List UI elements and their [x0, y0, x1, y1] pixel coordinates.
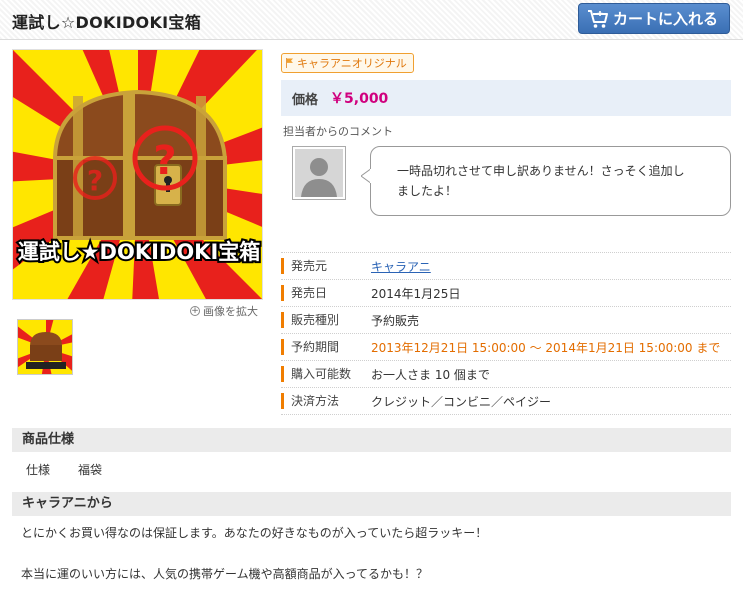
description-line-2: 本当に運のいい方には、人気の携帯ゲーム機や高額商品が入ってるかも！？	[21, 567, 429, 581]
thumbnail-image	[18, 320, 72, 374]
spec-row-limit: 購入可能数 お一人さま 10 個まで	[281, 361, 731, 388]
badge-label: キャラアニオリジナル	[297, 57, 407, 70]
spec-row-sale-type: 販売種別 予約販売	[281, 307, 731, 334]
price-value: ￥5,000	[330, 91, 389, 107]
comment-text-line2: ましたよ！	[397, 184, 458, 198]
svg-text:?: ?	[87, 164, 103, 197]
person-icon	[295, 149, 343, 197]
zoom-plus-icon: +	[190, 306, 200, 316]
spec-value: 予約販売	[371, 313, 420, 328]
spec-key: 購入可能数	[281, 366, 371, 382]
comment-label: 担当者からのコメント	[283, 125, 393, 138]
add-to-cart-button[interactable]: カートに入れる	[578, 3, 730, 34]
spec-value: お一人さま 10 個まで	[371, 367, 490, 382]
product-spec-line: 仕様 福袋	[26, 461, 102, 478]
spec-table: 発売元 キャラアニ 発売日 2014年1月25日 販売種別 予約販売 予約期間 …	[281, 252, 731, 415]
maker-link[interactable]: キャラアニ	[371, 258, 431, 275]
comment-text-line1: 一時品切れさせて申し訳ありません！さっそく追加し	[397, 164, 685, 178]
product-main-image[interactable]: ? ? 運試し★DOKIDOKI宝箱	[12, 49, 263, 300]
banner-text: 運試し★DOKIDOKI宝箱	[18, 240, 261, 264]
bubble-mask	[370, 169, 373, 183]
svg-text:?: ?	[153, 138, 176, 184]
spec-row-maker: 発売元 キャラアニ	[281, 253, 731, 280]
spec-key: 発売日	[281, 285, 371, 301]
spec-value: クレジット／コンビニ／ペイジー	[371, 394, 552, 409]
spec-row-reservation: 予約期間 2013年12月21日 15:00:00 〜 2014年1月21日 1…	[281, 334, 731, 361]
spec-key: 決済方法	[281, 393, 371, 409]
spec-row-payment: 決済方法 クレジット／コンビニ／ペイジー	[281, 388, 731, 415]
cart-icon	[588, 9, 608, 28]
spec-value: 2014年1月25日	[371, 286, 461, 301]
product-spec-value: 福袋	[78, 463, 103, 477]
description-line-1: とにかくお買い得なのは保証します。あなたの好きなものが入っていたら超ラッキー！	[21, 526, 488, 540]
spec-key: 発売元	[281, 258, 371, 274]
page-header: 運試し☆DOKIDOKI宝箱 カートに入れる	[0, 0, 743, 40]
price-box: 価格 ￥5,000	[281, 80, 731, 116]
treasure-chest-image: ? ? 運試し★DOKIDOKI宝箱	[13, 50, 262, 299]
cart-button-label: カートに入れる	[613, 10, 719, 28]
product-spec-heading: 商品仕様	[12, 428, 731, 452]
page-title: 運試し☆DOKIDOKI宝箱	[12, 13, 202, 32]
spec-row-release: 発売日 2014年1月25日	[281, 280, 731, 307]
price-label: 価格	[292, 92, 319, 108]
from-shop-heading: キャラアニから	[12, 492, 731, 516]
zoom-label: 画像を拡大	[203, 305, 258, 318]
product-spec-key: 仕様	[26, 463, 51, 477]
flag-icon	[286, 58, 293, 68]
spec-key: 予約期間	[281, 339, 371, 355]
comment-bubble: 一時品切れさせて申し訳ありません！さっそく追加し ましたよ！	[370, 146, 731, 216]
zoom-image-link[interactable]: + 画像を拡大	[190, 303, 258, 319]
original-badge: キャラアニオリジナル	[281, 53, 414, 73]
spec-key: 販売種別	[281, 312, 371, 328]
staff-avatar	[292, 146, 346, 200]
product-thumbnail[interactable]	[17, 319, 73, 375]
reservation-period: 2013年12月21日 15:00:00 〜 2014年1月21日 15:00:…	[371, 340, 721, 355]
